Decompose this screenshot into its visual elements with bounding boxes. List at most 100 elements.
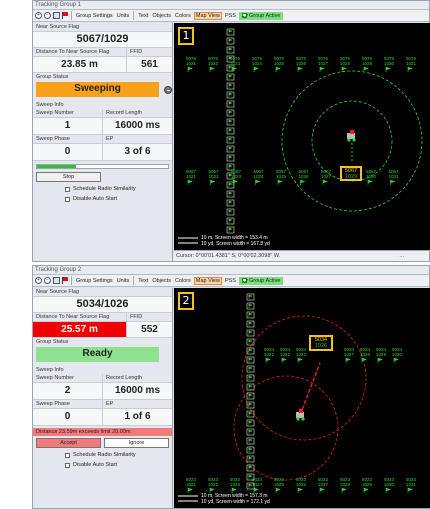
flag-station-label: 1021 [264,352,275,357]
flag-marker[interactable] [385,66,391,72]
receiver-flag-icon [228,110,233,115]
text-button[interactable]: Text [137,278,149,284]
flag-markers: 5076102150761022507610235076102450761025… [186,56,417,185]
flag-marker[interactable] [319,66,325,72]
flag-marker[interactable] [393,357,399,363]
schedule-radio-checkbox[interactable]: Schedule Radio Similarity [33,450,172,460]
sweep-info-label: Sweep Info [36,367,64,373]
flag-station-label: 1025 [274,482,285,487]
flag-marker[interactable] [275,487,281,493]
map-canvas[interactable]: 5034102150341022503410235034102750341028… [174,288,430,508]
range-ring-outer [281,70,423,212]
flag-marker[interactable] [277,179,283,185]
flag-marker[interactable] [297,357,303,363]
flag-station-label: 1029 [362,61,373,66]
group-number-badge: 2 [178,292,194,310]
flag-marker[interactable] [281,357,287,363]
zoom-out-icon[interactable]: − [44,277,51,284]
zoom-in-icon[interactable]: + [35,277,42,284]
flag-station-label: 1031 [406,482,417,487]
accept-button[interactable]: Accept [36,438,101,448]
flag-marker[interactable] [345,357,351,363]
flag-marker[interactable] [187,487,193,493]
map-view-tab[interactable]: Map View [193,276,222,285]
flag-marker[interactable] [297,487,303,493]
scale-yards: 10 yd, Screen width = 167.8 yd [201,241,270,247]
selected-flag-box[interactable]: 5034 1026 [309,335,333,351]
group-status-label: Group Status [36,339,69,345]
flag-marker[interactable] [390,179,396,185]
selected-flag-station: 1026 [314,343,328,349]
flag-marker[interactable] [363,487,369,493]
receiver-station [246,365,255,373]
flag-marker[interactable] [209,66,215,72]
flag-marker[interactable] [297,66,303,72]
receiver-flag-icon [248,339,253,344]
receiver-station [226,136,235,144]
flag-marker[interactable] [377,357,383,363]
units-button[interactable]: Units [116,13,131,19]
flag-station-label: 1031 [389,174,400,179]
group-active-toggle[interactable]: Group Active [238,276,284,285]
colors-button[interactable]: Colors [174,278,192,284]
toolbar-divider [71,276,72,285]
disable-auto-start-label: Disable Auto Start [73,196,118,202]
flag-marker[interactable] [187,179,193,185]
flag-marker[interactable] [341,487,347,493]
flag-station-label: 1029 [362,482,373,487]
pss-tab[interactable]: PSS [224,13,237,19]
flag-marker[interactable] [275,66,281,72]
map-canvas[interactable]: 5076102150761022507610235076102450761025… [174,23,430,250]
flag-icon[interactable] [62,277,68,284]
flag-marker[interactable] [322,179,328,185]
flag-marker[interactable] [367,179,373,185]
flag-marker[interactable] [253,66,259,72]
receiver-flag-icon [228,227,233,232]
flag-station-label: 1024 [252,482,263,487]
schedule-radio-checkbox[interactable]: Schedule Radio Similarity [33,184,172,194]
group-active-toggle[interactable]: Group Active [238,11,284,20]
map-view-tab[interactable]: Map View [193,11,222,20]
flag-marker[interactable] [300,179,306,185]
selected-flag-box[interactable]: 5067 1029 [340,166,362,181]
flag-marker[interactable] [232,179,238,185]
receiver-station [226,46,235,54]
disable-auto-start-checkbox[interactable]: Disable Auto Start [33,460,172,470]
zoom-out-icon[interactable]: − [44,12,51,19]
stop-button[interactable]: Stop [36,172,101,182]
map-view[interactable]: 5034 1021 5034 1022 5034 1023 5034 1027 5034 1028… [174,288,430,508]
flag-marker[interactable] [255,179,261,185]
flag-station-label: 1022 [208,61,219,66]
receiver-station [226,199,235,207]
receiver-flag-icon [228,101,233,106]
flag-marker[interactable] [407,66,413,72]
grid-view-icon[interactable] [53,277,60,284]
sweep-info-label: Sweep Info [36,102,64,108]
receiver-station [246,455,255,463]
flag-icon[interactable] [62,12,68,19]
map-view[interactable]: 5076 1021 5076 1022 5076 1023 5076 1024 5076 1025… [174,23,430,250]
zoom-in-icon[interactable]: + [35,12,42,19]
flag-marker[interactable] [319,487,325,493]
flag-marker[interactable] [407,487,413,493]
ignore-button[interactable]: Ignore [104,438,169,448]
colors-button[interactable]: Colors [174,13,192,19]
flag-marker[interactable] [187,66,193,72]
flag-marker[interactable] [363,66,369,72]
tracking-group-1: Tracking Group 1 + − Group Settings Unit… [32,0,430,262]
sweep-number-value: 1 [33,117,102,135]
flag-marker[interactable] [265,357,271,363]
pss-tab[interactable]: PSS [224,278,237,284]
objects-button[interactable]: Objects [151,278,172,284]
objects-button[interactable]: Objects [151,13,172,19]
units-button[interactable]: Units [116,278,131,284]
text-button[interactable]: Text [137,13,149,19]
disable-auto-start-checkbox[interactable]: Disable Auto Start [33,194,172,204]
group-settings-button[interactable]: Group Settings [75,13,114,19]
flag-marker[interactable] [210,179,216,185]
grid-view-icon[interactable] [53,12,60,19]
group-settings-button[interactable]: Group Settings [75,278,114,284]
receiver-flag-icon [248,294,253,299]
collapse-icon[interactable] [164,85,172,94]
flag-marker[interactable] [385,487,391,493]
